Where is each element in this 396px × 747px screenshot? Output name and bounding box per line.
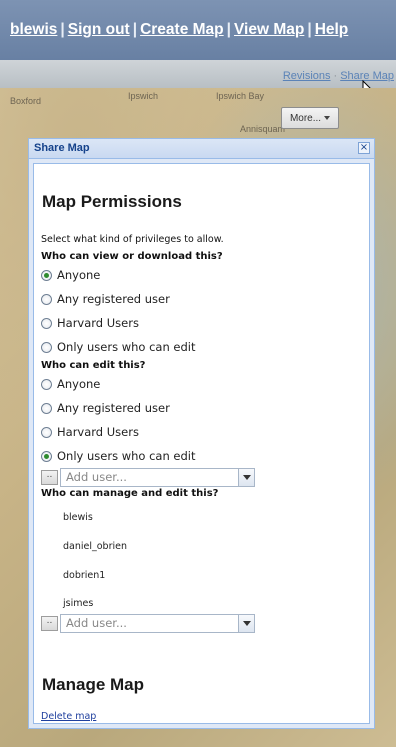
manage-map-heading: Manage Map [42, 675, 145, 694]
dropdown-trigger[interactable] [238, 614, 255, 633]
add-user-button[interactable]: .. [41, 470, 58, 485]
delete-map-link[interactable]: Delete map [41, 711, 96, 722]
option-label: Only users who can edit [57, 340, 196, 354]
manage-question: Who can manage and edit this? [41, 488, 219, 499]
help-link[interactable]: Help [315, 21, 349, 38]
more-button-label: More... [289, 112, 322, 124]
option-label: Only users who can edit [57, 449, 196, 463]
manage-add-user-input[interactable]: Add user... [60, 614, 239, 633]
user-link[interactable]: blewis [10, 21, 57, 38]
chevron-down-icon [324, 116, 331, 120]
radio-icon[interactable] [41, 402, 52, 414]
edit-option-harvard-users[interactable]: Harvard Users [41, 424, 139, 440]
edit-option-anyone[interactable]: Anyone [41, 376, 100, 392]
separator: | [132, 21, 138, 38]
edit-option-any-registered-user[interactable]: Any registered user [41, 400, 170, 416]
close-icon[interactable]: × [358, 142, 370, 154]
view-option-only-editors[interactable]: Only users who can edit [41, 339, 196, 355]
revisions-link[interactable]: Revisions [283, 70, 331, 82]
edit-question: Who can edit this? [41, 360, 146, 371]
dialog-body: Map Permissions Select what kind of priv… [33, 163, 370, 724]
radio-icon[interactable] [41, 426, 52, 438]
radio-selected-icon[interactable] [41, 450, 52, 462]
separator: | [226, 21, 231, 38]
option-label: Harvard Users [57, 425, 139, 439]
dialog-title: Share Map [34, 142, 90, 154]
map-label-ipswich-bay: Ipswich Bay [216, 91, 265, 101]
separator: | [60, 21, 65, 38]
edit-add-user-input[interactable]: Add user... [60, 468, 239, 487]
radio-selected-icon[interactable] [41, 269, 52, 281]
edit-option-only-editors[interactable]: Only users who can edit [41, 448, 196, 464]
separator: · [333, 70, 338, 82]
share-map-dialog: Share Map × Map Permissions Select what … [28, 138, 375, 729]
option-label: Any registered user [57, 292, 170, 306]
view-option-anyone[interactable]: Anyone [41, 267, 100, 283]
option-label: Any registered user [57, 401, 170, 415]
dropdown-trigger[interactable] [238, 468, 255, 487]
view-question: Who can view or download this? [41, 251, 223, 262]
manager-item: daniel_obrien [63, 541, 127, 552]
chevron-down-icon [242, 475, 251, 480]
map-label-annisquam: Annisquam [240, 124, 286, 134]
view-option-harvard-users[interactable]: Harvard Users [41, 315, 139, 331]
view-option-any-registered-user[interactable]: Any registered user [41, 291, 170, 307]
create-map-link[interactable]: Create Map [140, 21, 224, 38]
dialog-header[interactable]: Share Map × [29, 139, 374, 159]
chevron-down-icon [242, 621, 251, 626]
option-label: Anyone [57, 268, 101, 282]
manage-add-user-combo: .. Add user... [41, 614, 255, 633]
edit-add-user-combo: .. Add user... [41, 468, 255, 487]
map-toolbar: Revisions · Share Map [0, 60, 396, 89]
map-label-ipswich: Ipswich [128, 91, 159, 101]
view-map-link[interactable]: View Map [234, 21, 304, 38]
instructions-text: Select what kind of privileges to allow. [41, 234, 224, 245]
radio-icon[interactable] [41, 293, 52, 305]
add-user-button[interactable]: .. [41, 616, 58, 631]
manager-item: jsimes [63, 598, 94, 609]
radio-icon[interactable] [41, 378, 52, 390]
separator: | [307, 21, 312, 38]
option-label: Anyone [57, 377, 101, 391]
top-navigation-bar: blewis | Sign out | Create Map | View Map | Help [0, 0, 396, 60]
radio-icon[interactable] [41, 317, 52, 329]
more-button[interactable]: More... [281, 107, 339, 129]
sign-out-link[interactable]: Sign out [68, 21, 130, 38]
manager-item: blewis [63, 512, 93, 523]
manager-item: dobrien1 [63, 570, 106, 581]
radio-icon[interactable] [41, 341, 52, 353]
option-label: Harvard Users [57, 316, 139, 330]
toolbar-links: Revisions · Share Map [283, 70, 394, 82]
map-permissions-heading: Map Permissions [42, 192, 182, 211]
top-links: blewis | Sign out | Create Map | View Map | Help [10, 21, 348, 39]
map-label-boxford: Boxford [10, 96, 42, 106]
